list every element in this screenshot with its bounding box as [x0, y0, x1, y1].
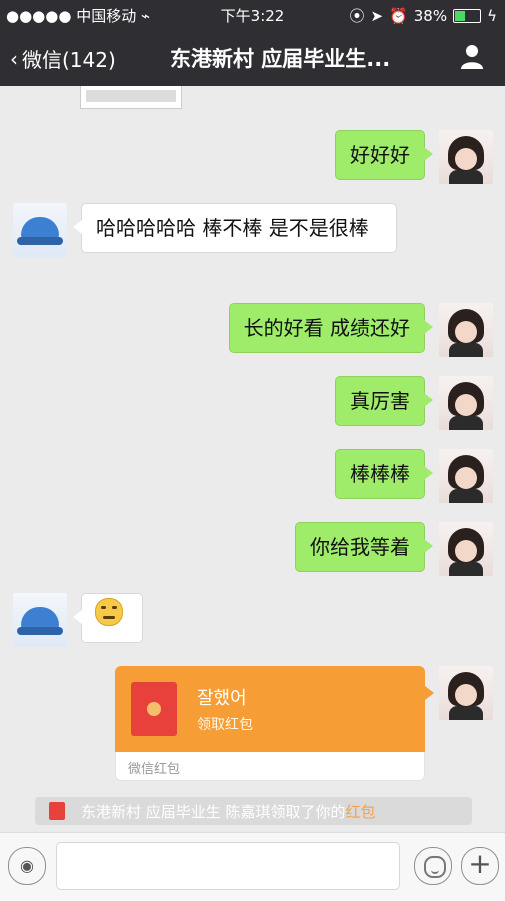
- message-bubble-outgoing[interactable]: 长的好看 成绩还好: [228, 303, 434, 353]
- message-input[interactable]: [56, 842, 400, 890]
- my-avatar[interactable]: [439, 449, 493, 503]
- input-bar: ◉ +: [0, 832, 505, 901]
- my-avatar[interactable]: [439, 666, 493, 720]
- red-packet-small-icon: [49, 802, 65, 820]
- navigation-bar: ‹ 微信(142) 东港新村 应届毕业生...: [0, 28, 505, 86]
- chat-title: 东港新村 应届毕业生...: [170, 47, 391, 71]
- smile-emoji: [95, 598, 123, 626]
- message-bubble-incoming[interactable]: 哈哈哈哈哈 棒不棒 是不是很棒: [73, 203, 397, 253]
- red-packet-title: 잘했어: [197, 688, 247, 709]
- battery-percent: 38%: [413, 6, 448, 25]
- back-button[interactable]: ‹ 微信(142): [10, 44, 116, 73]
- status-right: ⦿ ➤ ⏰ 38% ϟ: [349, 5, 497, 26]
- message-bubble-outgoing[interactable]: 真厉害: [335, 376, 433, 426]
- chevron-left-icon: ‹: [10, 46, 18, 71]
- red-packet-card[interactable]: 잘했어 领取红包 微信红包: [115, 666, 434, 781]
- system-message-text: 东港新村 应届毕业生 陈嘉琪领取了你的: [81, 803, 346, 821]
- my-avatar[interactable]: [439, 130, 493, 184]
- red-packet-icon: [131, 682, 177, 736]
- back-label: 微信(142): [22, 48, 116, 72]
- person-icon[interactable]: [457, 42, 487, 72]
- voice-icon[interactable]: ◉: [8, 847, 46, 885]
- emoji-icon[interactable]: [414, 847, 452, 885]
- my-avatar[interactable]: [439, 376, 493, 430]
- red-packet-link[interactable]: 红包: [346, 803, 376, 821]
- red-packet-body[interactable]: 잘했어 领取红包: [115, 666, 434, 752]
- alarm-icon: ⏰: [389, 6, 408, 25]
- my-avatar[interactable]: [439, 303, 493, 357]
- red-packet-subtitle: 领取红包: [197, 717, 253, 733]
- plus-icon[interactable]: +: [461, 847, 499, 885]
- chat-area[interactable]: 好好好 哈哈哈哈哈 棒不棒 是不是很棒 长的好看 成绩还好 真厉害 棒棒棒 你给…: [0, 86, 505, 832]
- my-avatar[interactable]: [439, 522, 493, 576]
- message-bubble-outgoing[interactable]: 好好好: [335, 130, 433, 180]
- image-thumbnail[interactable]: [80, 86, 182, 109]
- status-bar: ●●●●● 中国移动 ⌁ 下午3:22 ⦿ ➤ ⏰ 38% ϟ: [0, 0, 505, 28]
- location-icon: ➤: [370, 6, 384, 25]
- lock-rotation-icon: ⦿: [349, 7, 365, 25]
- system-message: 东港新村 应届毕业生 陈嘉琪领取了你的红包: [35, 797, 472, 825]
- charging-icon: ϟ: [487, 6, 497, 25]
- contact-avatar[interactable]: [13, 203, 67, 257]
- battery-icon: [453, 8, 482, 23]
- contact-avatar[interactable]: [13, 593, 67, 647]
- red-packet-footer: 微信红包: [115, 752, 425, 781]
- message-bubble-outgoing[interactable]: 你给我等着: [295, 522, 433, 572]
- message-bubble-outgoing[interactable]: 棒棒棒: [335, 449, 433, 499]
